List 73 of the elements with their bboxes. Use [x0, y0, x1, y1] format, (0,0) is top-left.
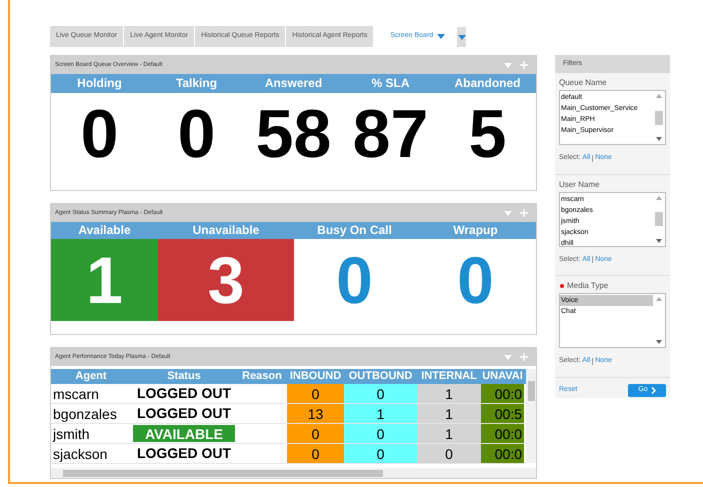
horizontal-scrollbar[interactable] [51, 468, 536, 478]
scroll-down-icon[interactable] [656, 137, 662, 141]
table-cell: 1 [417, 404, 481, 423]
table-cell-text: sjackson [52, 445, 108, 463]
table-cell-text: bgonzales [52, 405, 118, 423]
metric-value: 1 [86, 247, 123, 313]
table-cell: 0 [344, 384, 417, 403]
caret-down-icon [504, 210, 512, 216]
scroll-up-icon[interactable] [656, 297, 662, 301]
table-cell: 0 [344, 444, 417, 463]
metric-label: Answered [264, 75, 324, 92]
table-cell: 0 [344, 424, 417, 443]
column-header: OUTBOUND [348, 369, 414, 384]
status-cell-text: LOGGED OUT [136, 384, 232, 403]
chevron-right-icon [650, 386, 656, 394]
plus-icon[interactable] [520, 61, 528, 69]
column-header: Status [166, 369, 202, 384]
scroll-down-icon[interactable] [656, 340, 662, 344]
table-cell: 0 [417, 444, 481, 463]
metric-value: 3 [208, 247, 244, 313]
metric-label: % SLA [370, 75, 410, 92]
status-cell: AVAILABLE [133, 425, 235, 442]
column-header: UNAVAI [481, 369, 524, 384]
column-header: Agent [74, 369, 108, 384]
caret-down-icon [437, 34, 446, 38]
collapse-button[interactable] [504, 210, 512, 216]
column-header: INBOUND [288, 369, 342, 384]
caret-down-icon [504, 354, 512, 360]
metric-value: 87 [352, 100, 428, 168]
metric-label: Unavailable [192, 222, 260, 239]
table-cell: 00:0 [481, 424, 524, 443]
table-cell-text: mscarn [52, 385, 100, 403]
metric-value: 0 [336, 247, 373, 313]
filter-label: User Name [559, 178, 600, 190]
metric-label: Wrapup [452, 222, 499, 239]
metric-value: 58 [256, 100, 332, 168]
caret-down-icon [504, 62, 512, 68]
table-cell: 00:0 [481, 444, 524, 463]
metric-value: 5 [468, 100, 506, 168]
metric-value: 0 [457, 247, 494, 313]
scroll-up-icon[interactable] [656, 94, 662, 98]
metric-label: Available [77, 222, 132, 239]
filter-label: Media Type [567, 280, 608, 292]
scroll-down-icon[interactable] [656, 238, 662, 242]
collapse-button[interactable] [504, 354, 512, 360]
table-cell: 1 [344, 404, 417, 423]
metric-label: Busy On Call [316, 222, 393, 239]
metric-value: 0 [80, 100, 118, 168]
scroll-up-icon[interactable] [656, 196, 662, 200]
column-header: Reason [241, 369, 283, 384]
table-cell: 00:0 [481, 384, 524, 403]
table-cell: 0 [287, 444, 344, 463]
status-cell-text: LOGGED OUT [136, 404, 232, 423]
caret-down-icon [458, 34, 466, 40]
metric-label: Talking [174, 75, 218, 92]
collapse-button[interactable] [504, 62, 512, 68]
column-header: INTERNAL [420, 369, 478, 384]
tab-menu-button[interactable] [457, 27, 466, 47]
metric-label: Holding [76, 75, 123, 92]
plus-icon[interactable] [520, 209, 528, 217]
table-cell: 13 [287, 404, 344, 423]
table-cell: 1 [417, 424, 481, 443]
plus-icon[interactable] [520, 353, 528, 361]
table-cell: 00:5 [481, 404, 524, 423]
filter-label: Queue Name [559, 77, 607, 89]
table-cell: 1 [417, 384, 481, 403]
table-cell: 0 [287, 384, 344, 403]
table-cell: 0 [287, 424, 344, 443]
table-cell-text: jsmith [52, 425, 91, 443]
metric-label: Abandoned [454, 75, 522, 92]
vertical-scrollbar[interactable] [526, 369, 536, 463]
status-cell-text: LOGGED OUT [136, 444, 232, 463]
metric-value: 0 [178, 100, 216, 168]
